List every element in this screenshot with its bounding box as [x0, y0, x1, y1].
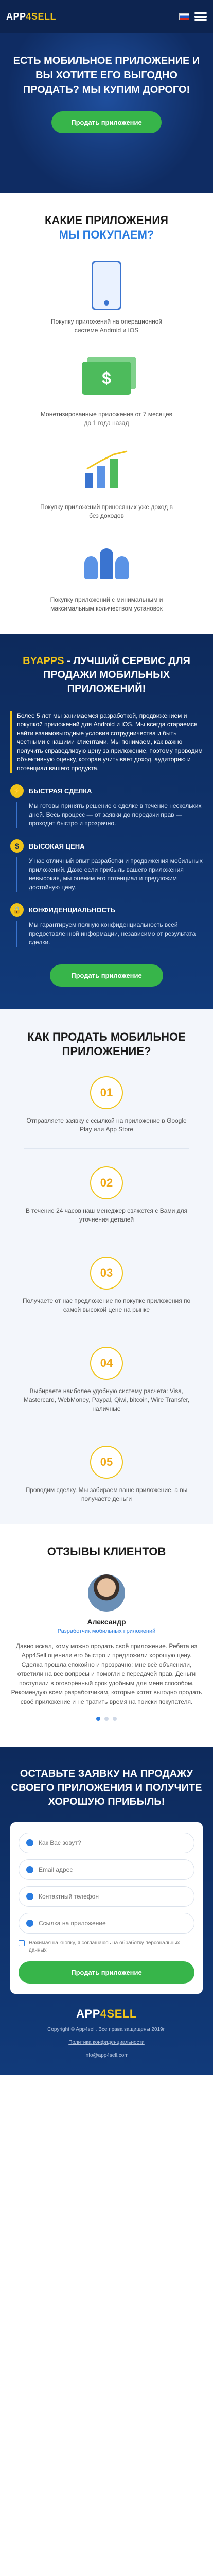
step-item: 01 Отправляете заявку с ссылкой на прило… [10, 1076, 203, 1149]
footer-email[interactable]: info@app4sell.com [10, 2052, 203, 2059]
why-section: BYAPPS - ЛУЧШИЙ СЕРВИС ДЛЯ ПРОДАЖИ МОБИЛ… [0, 634, 213, 1009]
why-title: BYAPPS - ЛУЧШИЙ СЕРВИС ДЛЯ ПРОДАЖИ МОБИЛ… [23, 655, 190, 694]
pagination-dot[interactable] [96, 1717, 100, 1721]
checkbox-icon[interactable] [19, 1940, 25, 1946]
why-intro: Более 5 лет мы занимаемся разработкой, п… [10, 711, 203, 773]
name-field [19, 1833, 194, 1853]
application-form: Нажимая на кнопку, я соглашаюсь на обраб… [10, 1822, 203, 1994]
review-text: Давно искал, кому можно продать своё при… [11, 1642, 202, 1705]
email-input[interactable] [39, 1866, 187, 1873]
privacy-policy-link[interactable]: Политика конфиденциальности [68, 2040, 145, 2045]
form-section: ОСТАВЬТЕ ЗАЯВКУ НА ПРОДАЖУ СВОЕГО ПРИЛОЖ… [0, 1747, 213, 1994]
users-icon [82, 539, 131, 588]
lock-icon: 🔒 [10, 903, 24, 917]
pagination-dot[interactable] [113, 1717, 117, 1721]
step-number: 02 [90, 1166, 123, 1199]
steps-section: КАК ПРОДАТЬ МОБИЛЬНОЕ ПРИЛОЖЕНИЕ? 01 Отп… [0, 1009, 213, 1524]
buy-item: Монетизированные приложения от 7 месяцев… [10, 353, 203, 428]
avatar [88, 1574, 125, 1612]
link-field [19, 1913, 194, 1934]
feature-title: КОНФИДЕНЦИАЛЬНОСТЬ [29, 906, 115, 914]
form-title: ОСТАВЬТЕ ЗАЯВКУ НА ПРОДАЖУ СВОЕГО ПРИЛОЖ… [11, 1768, 202, 1807]
why-sell-button[interactable]: Продать приложение [50, 964, 163, 987]
step-text: В течение 24 часов наш менеджер свяжется… [25, 1207, 188, 1223]
top-dark-block: APP 4SELL ЕСТЬ МОБИЛЬНОЕ ПРИЛОЖЕНИЕ И ВЫ … [0, 0, 213, 193]
header: APP 4SELL [0, 0, 213, 33]
feature-high-price: $ ВЫСОКАЯ ЦЕНА У нас отличный опыт разраб… [10, 839, 203, 892]
logo[interactable]: APP 4SELL [6, 11, 56, 22]
copyright: Copyright © App4sell. Все права защищены… [47, 2027, 166, 2032]
consent-checkbox[interactable]: Нажимая на кнопку, я соглашаюсь на обраб… [19, 1940, 194, 1954]
phone-input[interactable] [39, 1893, 187, 1900]
buy-section: КАКИЕ ПРИЛОЖЕНИЯ МЫ ПОКУПАЕМ? Покупку пр… [0, 193, 213, 634]
link-input[interactable] [39, 1920, 187, 1927]
step-item: 03 Получаете от нас предложение по покуп… [10, 1257, 203, 1329]
step-number: 03 [90, 1257, 123, 1290]
step-text: Выбираете наиболее удобную систему расче… [23, 1387, 190, 1412]
step-item: 04 Выбираете наиболее удобную систему ра… [10, 1347, 203, 1428]
phone-icon [26, 1893, 33, 1900]
user-icon [26, 1839, 33, 1846]
form-submit-button[interactable]: Продать приложение [19, 1961, 194, 1984]
step-text: Отправляете заявку с ссылкой на приложен… [26, 1117, 187, 1133]
smartphone-icon [82, 261, 131, 310]
steps-title: КАК ПРОДАТЬ МОБИЛЬНОЕ ПРИЛОЖЕНИЕ? [27, 1030, 186, 1058]
header-right [179, 12, 207, 21]
review-role: Разработчик мобильных приложений [57, 1628, 156, 1634]
hero: ЕСТЬ МОБИЛЬНОЕ ПРИЛОЖЕНИЕ И ВЫ ХОТИТЕ ЕГ… [0, 33, 213, 193]
buy-title: КАКИЕ ПРИЛОЖЕНИЯ МЫ ПОКУПАЕМ? [45, 214, 168, 241]
why-intro-text: Более 5 лет мы занимаемся разработкой, п… [17, 712, 203, 772]
hero-sell-button[interactable]: Продать приложение [51, 111, 162, 133]
feature-text: Мы готовы принять решение о сделке в теч… [29, 802, 202, 827]
buy-item: Покупку приложений с минимальным и макси… [10, 539, 203, 613]
step-number: 04 [90, 1347, 123, 1380]
feature-confidentiality: 🔒 КОНФИДЕНЦИАЛЬНОСТЬ Мы гарантируем полну… [10, 903, 203, 947]
chart-icon [82, 446, 131, 496]
step-text: Проводим сделку. Мы забираем ваше прилож… [25, 1486, 188, 1502]
link-icon [26, 1920, 33, 1927]
step-item: 02 В течение 24 часов наш менеджер свяже… [10, 1166, 203, 1239]
footer-logo[interactable]: APP 4SELL [10, 2007, 203, 2021]
buy-item-text: Покупку приложений на операционной систе… [50, 318, 163, 334]
footer: APP 4SELL Copyright © App4sell. Все права… [0, 1994, 213, 2075]
hero-title: ЕСТЬ МОБИЛЬНОЕ ПРИЛОЖЕНИЕ И ВЫ ХОТИТЕ ЕГ… [13, 55, 200, 95]
step-number: 05 [90, 1446, 123, 1479]
reviews-title: ОТЗЫВЫ КЛИЕНТОВ [47, 1545, 166, 1558]
email-field [19, 1859, 194, 1880]
ru-flag-icon[interactable] [179, 13, 189, 20]
logo-accent: 4SELL [26, 11, 57, 22]
burger-menu-icon[interactable] [194, 12, 207, 21]
consent-label: Нажимая на кнопку, я соглашаюсь на обраб… [29, 1940, 180, 1953]
step-number: 01 [90, 1076, 123, 1109]
money-icon [82, 353, 131, 403]
pagination-dot[interactable] [104, 1717, 109, 1721]
step-item: 05 Проводим сделку. Мы забираем ваше при… [10, 1446, 203, 1503]
buy-item: Покупку приложений приносящих уже доход … [10, 446, 203, 520]
feature-fast-deal: ⚡ БЫСТРАЯ СДЕЛКА Мы готовы принять решени… [10, 784, 203, 828]
buy-item-text: Покупку приложений с минимальным и макси… [50, 596, 163, 612]
feature-title: ВЫСОКАЯ ЦЕНА [29, 842, 85, 850]
mail-icon [26, 1866, 33, 1873]
step-text: Получаете от нас предложение по покупке … [22, 1297, 191, 1313]
logo-prefix: APP [6, 11, 26, 22]
buy-item-text: Монетизированные приложения от 7 месяцев… [40, 411, 173, 427]
review-pagination [10, 1717, 203, 1721]
buy-item: Покупку приложений на операционной систе… [10, 261, 203, 335]
buy-item-text: Покупку приложений приносящих уже доход … [40, 503, 173, 519]
feature-text: У нас отличный опыт разработки и продвиж… [29, 857, 203, 891]
name-input[interactable] [39, 1839, 187, 1846]
feature-text: Мы гарантируем полную конфиденциальность… [29, 921, 196, 946]
reviews-section: ОТЗЫВЫ КЛИЕНТОВ Александр Разработчик мо… [0, 1524, 213, 1747]
phone-field [19, 1886, 194, 1907]
bolt-icon: ⚡ [10, 784, 24, 798]
review-author: Александр [87, 1618, 126, 1626]
feature-title: БЫСТРАЯ СДЕЛКА [29, 787, 92, 795]
bottom-dark-block: ОСТАВЬТЕ ЗАЯВКУ НА ПРОДАЖУ СВОЕГО ПРИЛОЖ… [0, 1747, 213, 2075]
dollar-icon: $ [10, 839, 24, 853]
